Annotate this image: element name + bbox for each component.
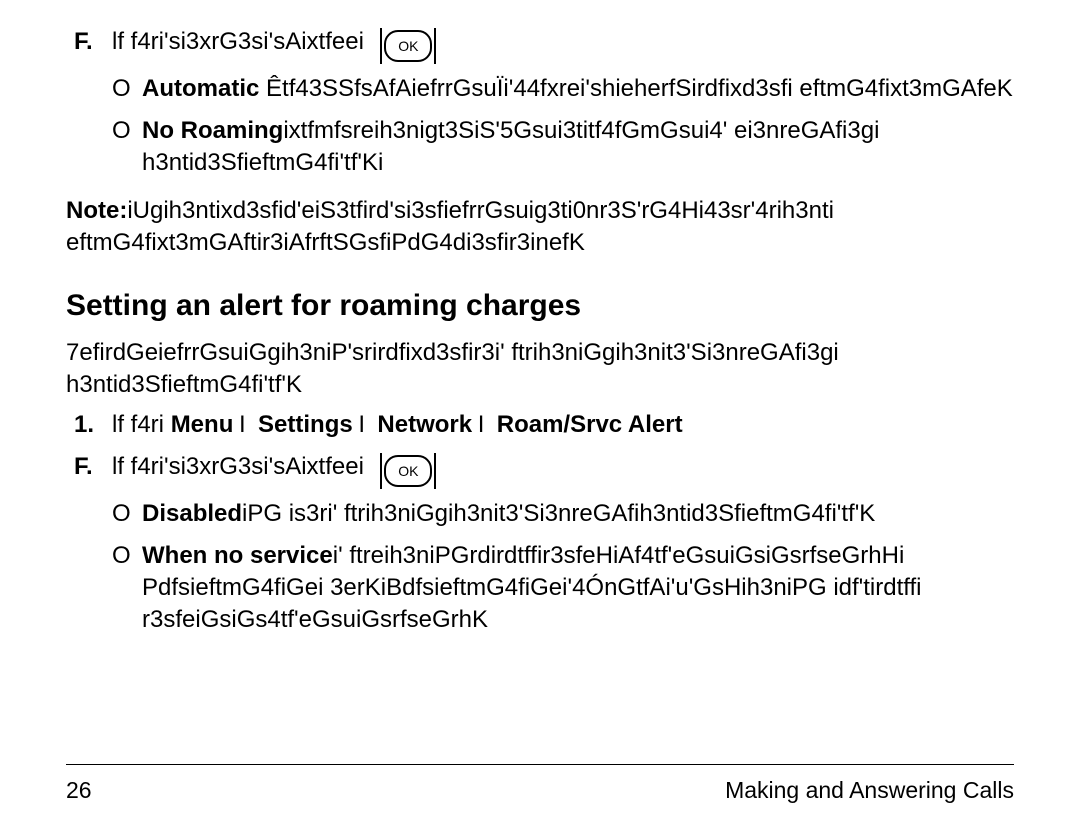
- section-intro: 7efirdGeiefrrGsuiGgih3niP'srirdfixd3sfir…: [66, 337, 1014, 401]
- ok-icon: OK: [368, 454, 440, 486]
- option-label: When no service: [142, 542, 333, 569]
- step-marker: 1.: [74, 409, 112, 441]
- option-label: Disabled: [142, 500, 242, 527]
- menu-chain-item: Network: [377, 411, 472, 438]
- option-when-no-service: O When no servicei' ftreih3niPGrdirdtffi…: [112, 540, 1014, 636]
- note-text: iUgih3ntixd3sfid'eiS3tfird'si3sfiefrrGsu…: [66, 197, 834, 256]
- document-page: F. lf f4ri'si3xrG3si'sAixtfeei OK O Auto…: [0, 0, 1080, 834]
- option-label: No Roaming: [142, 117, 283, 144]
- menu-chain-item: Settings: [258, 411, 353, 438]
- step-f-top: F. lf f4ri'si3xrG3si'sAixtfeei OK O Auto…: [74, 26, 1014, 179]
- section-heading: Setting an alert for roaming charges: [66, 289, 1014, 323]
- step-text: lf f4ri'si3xrG3si'sAixtfeei: [112, 28, 364, 55]
- note-label: Note:: [66, 197, 127, 224]
- page-number: 26: [66, 777, 92, 804]
- option-automatic: O Automatic Êtf43SSfsAfAiefrrGsuÏi'44fxr…: [112, 73, 1014, 105]
- menu-chain-item: Menu: [171, 411, 234, 438]
- step-f-bottom: F. lf f4ri'si3xrG3si'sAixtfeei OK O Disa…: [74, 451, 1014, 636]
- footer-title: Making and Answering Calls: [725, 777, 1014, 804]
- menu-chain-item: Roam/Srvc Alert: [497, 411, 683, 438]
- note-block: Note:iUgih3ntixd3sfid'eiS3tfird'si3sfief…: [66, 195, 1014, 259]
- option-disabled: O DisablediPG is3ri' ftrih3niGgih3nit3'S…: [112, 498, 1014, 530]
- option-no-roaming: O No Roamingixtfmfsreih3nigt3SiS'5Gsui3t…: [112, 115, 1014, 179]
- option-text: iPG is3ri' ftrih3niGgih3nit3'Si3nreGAfih…: [242, 500, 875, 527]
- ok-icon: OK: [368, 29, 440, 61]
- option-text: Êtf43SSfsAfAiefrrGsuÏi'44fxrei'shieherfS…: [259, 75, 1012, 102]
- step-text: lf f4ri'si3xrG3si'sAixtfeei: [112, 453, 364, 480]
- page-footer: 26 Making and Answering Calls: [66, 764, 1014, 804]
- step-marker: F.: [74, 451, 112, 483]
- option-label: Automatic: [142, 75, 259, 102]
- step-1: 1. lf f4ri MenuI SettingsI NetworkI Roam…: [74, 409, 1014, 441]
- step-marker: F.: [74, 26, 112, 58]
